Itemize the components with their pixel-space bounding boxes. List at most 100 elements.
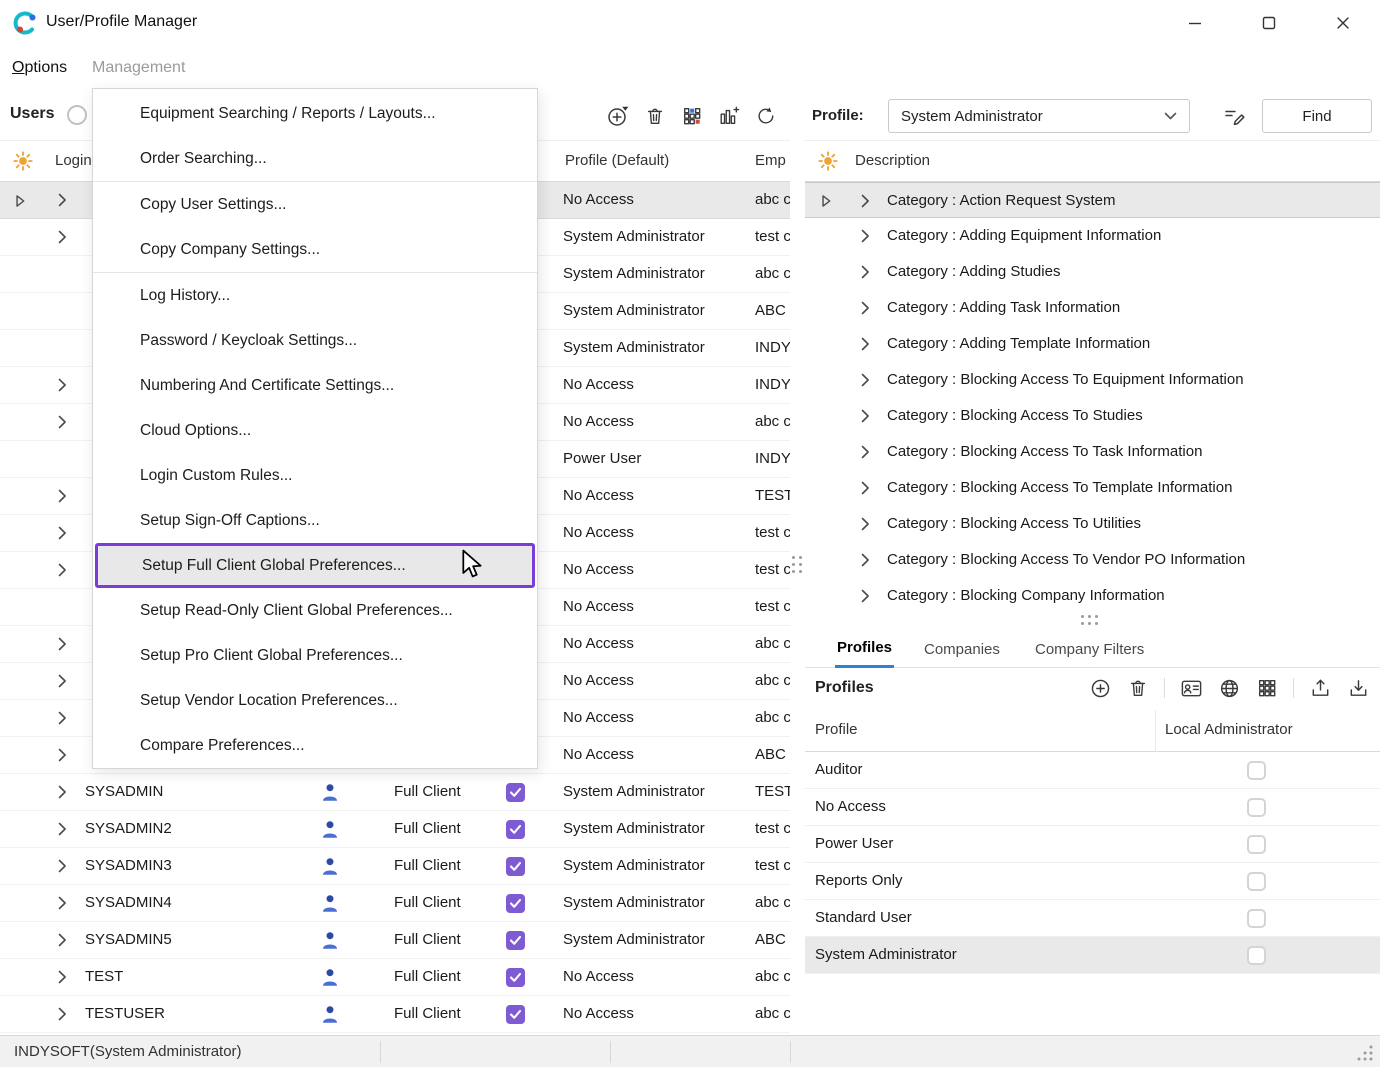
login-column-header[interactable]: Login	[55, 152, 92, 169]
category-row[interactable]: Category : Blocking Company Information	[805, 578, 1380, 614]
local-admin-checkbox[interactable]	[1247, 946, 1266, 965]
profile-row[interactable]: Auditor	[805, 752, 1380, 789]
refresh-icon[interactable]	[754, 104, 778, 128]
user-row[interactable]: SYSADMIN3Full ClientSystem Administrator…	[0, 848, 790, 885]
active-checkbox[interactable]	[506, 968, 525, 987]
add-column-icon[interactable]	[717, 104, 741, 128]
menu-item-setup-pro-client-global-preferences[interactable]: Setup Pro Client Global Preferences...	[93, 633, 537, 678]
menu-item-numbering-and-certificate-settings[interactable]: Numbering And Certificate Settings...	[93, 363, 537, 408]
menu-item-password-keycloak-settings[interactable]: Password / Keycloak Settings...	[93, 318, 537, 363]
profile-row[interactable]: Standard User	[805, 900, 1380, 937]
row-expander-icon[interactable]	[821, 194, 832, 212]
menu-item-log-history[interactable]: Log History...	[93, 273, 537, 318]
expand-chevron-icon[interactable]	[57, 710, 68, 731]
options-sun-icon[interactable]	[12, 150, 34, 177]
menu-item-compare-preferences[interactable]: Compare Preferences...	[93, 723, 537, 768]
maximize-button[interactable]	[1246, 6, 1292, 40]
expand-chevron-icon[interactable]	[57, 1006, 68, 1027]
expand-chevron-icon[interactable]	[860, 193, 871, 213]
tab-company-filters[interactable]: Company Filters	[1033, 630, 1146, 668]
expand-chevron-icon[interactable]	[860, 552, 871, 572]
category-row[interactable]: Category : Adding Task Information	[805, 290, 1380, 326]
active-checkbox[interactable]	[506, 894, 525, 913]
tab-profiles[interactable]: Profiles	[835, 630, 894, 668]
expand-chevron-icon[interactable]	[57, 858, 68, 879]
expand-chevron-icon[interactable]	[57, 784, 68, 805]
profile-dropdown[interactable]: System Administrator	[888, 99, 1190, 133]
expand-chevron-icon[interactable]	[57, 525, 68, 546]
expand-chevron-icon[interactable]	[57, 414, 68, 435]
category-row[interactable]: Category : Blocking Access To Task Infor…	[805, 434, 1380, 470]
category-row[interactable]: Category : Action Request System	[805, 182, 1380, 218]
profile-row[interactable]: No Access	[805, 789, 1380, 826]
close-button[interactable]	[1320, 6, 1366, 40]
category-row[interactable]: Category : Blocking Access To Equipment …	[805, 362, 1380, 398]
import-icon[interactable]	[1346, 676, 1370, 700]
row-expander-icon[interactable]	[15, 194, 26, 213]
expand-chevron-icon[interactable]	[57, 562, 68, 583]
find-button[interactable]: Find	[1262, 99, 1372, 133]
expand-chevron-icon[interactable]	[57, 488, 68, 509]
active-checkbox[interactable]	[506, 931, 525, 950]
local-admin-checkbox[interactable]	[1247, 761, 1266, 780]
column-chooser-icon[interactable]	[680, 104, 704, 128]
expand-chevron-icon[interactable]	[57, 969, 68, 990]
expand-chevron-icon[interactable]	[57, 932, 68, 953]
globe-icon[interactable]	[1217, 676, 1241, 700]
profile-column-header[interactable]: Profile	[815, 721, 858, 738]
add-profile-icon[interactable]	[1088, 676, 1112, 700]
local-admin-checkbox[interactable]	[1247, 872, 1266, 891]
expand-chevron-icon[interactable]	[57, 192, 68, 213]
edit-description-icon[interactable]	[1220, 104, 1248, 130]
profile-row[interactable]: Reports Only	[805, 863, 1380, 900]
profile-row[interactable]: System Administrator	[805, 937, 1380, 974]
category-row[interactable]: Category : Blocking Access To Template I…	[805, 470, 1380, 506]
expand-chevron-icon[interactable]	[57, 747, 68, 768]
user-row[interactable]: TESTUSERFull ClientNo Accessabc c	[0, 996, 790, 1033]
category-row[interactable]: Category : Blocking Access To Vendor PO …	[805, 542, 1380, 578]
active-checkbox[interactable]	[506, 857, 525, 876]
user-row[interactable]: SYSADMIN2Full ClientSystem Administrator…	[0, 811, 790, 848]
horizontal-splitter[interactable]	[1081, 615, 1098, 625]
active-checkbox[interactable]	[506, 783, 525, 802]
add-user-icon[interactable]	[606, 104, 630, 128]
menu-item-login-custom-rules[interactable]: Login Custom Rules...	[93, 453, 537, 498]
menu-item-equipment-searching-reports-layouts[interactable]: Equipment Searching / Reports / Layouts.…	[93, 91, 537, 136]
expand-chevron-icon[interactable]	[860, 408, 871, 428]
expand-chevron-icon[interactable]	[860, 228, 871, 248]
options-sun-icon[interactable]	[817, 150, 839, 177]
profile-row[interactable]: Power User	[805, 826, 1380, 863]
tab-companies[interactable]: Companies	[922, 630, 1002, 668]
expand-chevron-icon[interactable]	[57, 636, 68, 657]
active-checkbox[interactable]	[506, 820, 525, 839]
menu-item-setup-sign-off-captions[interactable]: Setup Sign-Off Captions...	[93, 498, 537, 543]
users-toggle-icon[interactable]	[67, 105, 87, 125]
menu-item-setup-read-only-client-global-preferences[interactable]: Setup Read-Only Client Global Preference…	[93, 588, 537, 633]
menu-item-cloud-options[interactable]: Cloud Options...	[93, 408, 537, 453]
menu-item-setup-vendor-location-preferences[interactable]: Setup Vendor Location Preferences...	[93, 678, 537, 723]
expand-chevron-icon[interactable]	[57, 821, 68, 842]
category-row[interactable]: Category : Adding Template Information	[805, 326, 1380, 362]
resize-grip[interactable]	[1356, 1044, 1374, 1067]
user-row[interactable]: SYSADMINFull ClientSystem AdministratorT…	[0, 774, 790, 811]
menu-item-copy-user-settings[interactable]: Copy User Settings...	[93, 182, 537, 227]
menu-item-copy-company-settings[interactable]: Copy Company Settings...	[93, 227, 537, 272]
delete-user-icon[interactable]	[643, 104, 667, 128]
local-admin-checkbox[interactable]	[1247, 798, 1266, 817]
local-admin-checkbox[interactable]	[1247, 909, 1266, 928]
expand-chevron-icon[interactable]	[57, 229, 68, 250]
expand-chevron-icon[interactable]	[860, 480, 871, 500]
local-admin-column-header[interactable]: Local Administrator	[1165, 721, 1293, 738]
grid-icon[interactable]	[1255, 676, 1279, 700]
category-row[interactable]: Category : Adding Equipment Information	[805, 218, 1380, 254]
expand-chevron-icon[interactable]	[860, 372, 871, 392]
expand-chevron-icon[interactable]	[860, 336, 871, 356]
description-column-header[interactable]: Description	[855, 152, 930, 169]
expand-chevron-icon[interactable]	[860, 588, 871, 608]
user-card-icon[interactable]	[1179, 676, 1203, 700]
category-row[interactable]: Category : Blocking Access To Studies	[805, 398, 1380, 434]
expand-chevron-icon[interactable]	[860, 516, 871, 536]
user-row[interactable]: SYSADMIN4Full ClientSystem Administrator…	[0, 885, 790, 922]
category-row[interactable]: Category : Adding Studies	[805, 254, 1380, 290]
local-admin-checkbox[interactable]	[1247, 835, 1266, 854]
